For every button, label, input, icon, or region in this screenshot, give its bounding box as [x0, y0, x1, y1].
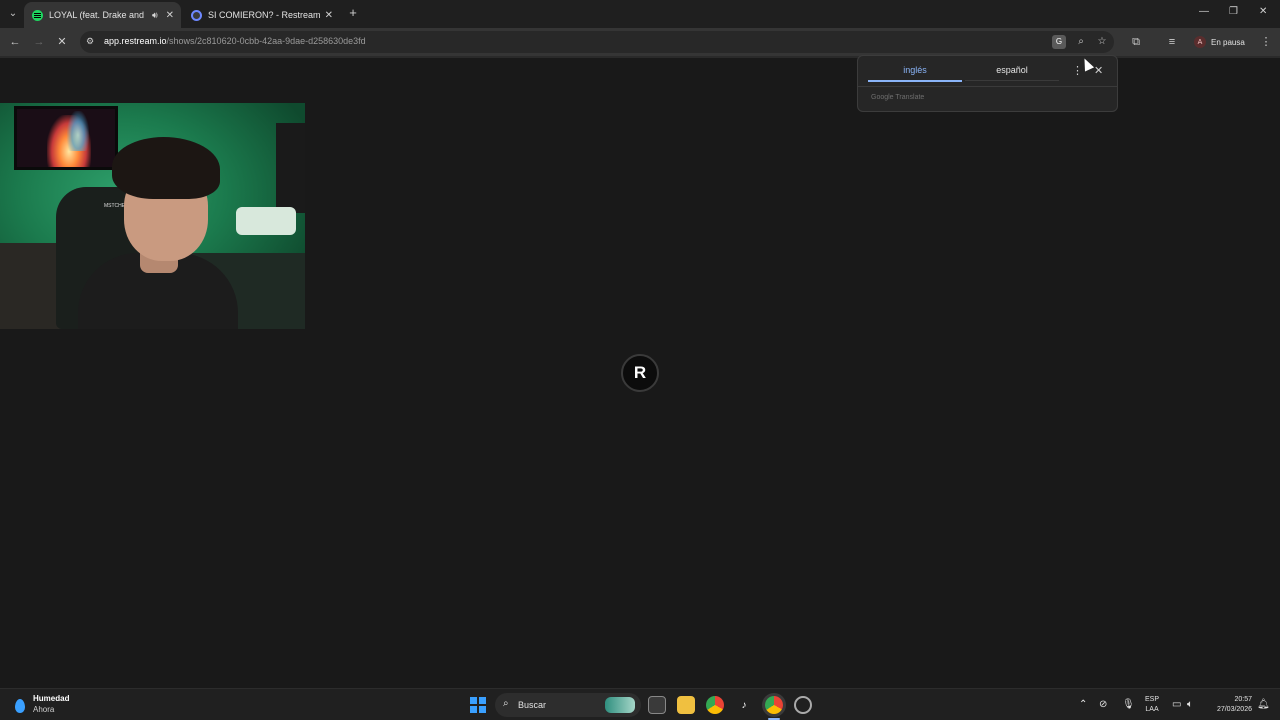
address-bar[interactable]: ⚙ app.restream.io/shows/2c810620-0cbb-42… [80, 31, 1114, 53]
restream-loading-logo: R [621, 354, 659, 392]
taskbar: Humedad Ahora ⌕ Buscar ♪ ⌃ ⊘ 🎙︎ ESP LAA … [0, 688, 1280, 720]
browser-toolbar: ← → ✕ ⚙ app.restream.io/shows/2c810620-0… [0, 28, 1280, 56]
restore-icon[interactable]: ❐ [1229, 6, 1238, 17]
tab-title: LOYAL (feat. Drake and Bad Bunny) [49, 10, 145, 20]
page-content: MSTCHEL R [0, 58, 1280, 688]
webcam-preview[interactable]: MSTCHEL [0, 103, 305, 329]
app-icon[interactable] [794, 696, 812, 714]
profile-status: En pausa [1211, 37, 1245, 47]
bookmark-star-icon[interactable]: ☆ [1095, 35, 1109, 49]
weather-drop-icon[interactable] [12, 695, 28, 715]
input-language[interactable]: ESP LAA [1145, 695, 1159, 715]
volume-icon[interactable]: 🔈︎ [1187, 699, 1193, 710]
camera-off-icon[interactable]: ⊘ [1099, 699, 1107, 710]
task-view-icon[interactable] [648, 696, 666, 714]
url-path: /shows/2c810620-0cbb-42aa-9dae-d258630de… [166, 36, 366, 46]
mic-arm [276, 123, 305, 213]
tab-strip: ⌄ LOYAL (feat. Drake and Bad Bunny) 🔊︎ ✕… [0, 0, 1280, 28]
translate-attribution: Google Translate [871, 94, 925, 101]
start-button[interactable] [470, 697, 486, 713]
keyboard-layout: LAA [1145, 706, 1159, 713]
windows-logo-pane [470, 697, 477, 704]
tab-title: SI COMIERON? - Restream [208, 10, 321, 20]
source-language-tab[interactable]: inglés [868, 65, 962, 82]
windows-logo-pane [479, 697, 486, 704]
fire-graphic-blue [67, 111, 89, 151]
close-window-icon[interactable]: ✕ [1259, 6, 1267, 17]
zoom-icon[interactable]: ⌕ [1074, 35, 1088, 49]
search-highlight-image [605, 697, 635, 713]
notification-icon[interactable]: 🔔︎ [1257, 699, 1270, 710]
spotify-icon [32, 9, 43, 21]
close-tab-icon[interactable]: ✕ [166, 10, 174, 21]
extensions-icon[interactable]: ⧉ [1129, 35, 1143, 49]
date: 27/03/2026 [1216, 706, 1252, 713]
translate-icon[interactable]: G [1052, 35, 1066, 49]
person-hair [112, 137, 220, 199]
chrome-icon[interactable] [706, 696, 724, 714]
close-icon[interactable]: ✕ [1094, 64, 1103, 77]
site-info-icon[interactable]: ⚙ [86, 36, 94, 47]
tab-search-chevron-icon[interactable]: ⌄ [6, 6, 20, 20]
tab-restream[interactable]: SI COMIERON? - Restream ✕ [183, 2, 340, 28]
forward-icon[interactable]: → [32, 35, 46, 49]
close-tab-icon[interactable]: ✕ [325, 10, 333, 21]
windows-logo-pane [470, 706, 477, 713]
translate-popup: inglés español ⋮ ✕ Google Translate [857, 55, 1118, 112]
speaker-icon[interactable]: 🔊︎ [152, 10, 158, 21]
chevron-up-icon[interactable]: ⌃ [1079, 699, 1087, 710]
microphone-icon[interactable]: 🎙︎ [1122, 699, 1135, 710]
url-text[interactable]: app.restream.io/shows/2c810620-0cbb-42aa… [104, 36, 366, 46]
profile-button[interactable]: A En pausa [1190, 32, 1251, 52]
taskbar-search[interactable]: ⌕ Buscar [495, 693, 641, 717]
tab-spotify[interactable]: LOYAL (feat. Drake and Bad Bunny) 🔊︎ ✕ [24, 2, 181, 28]
avatar: A [1194, 36, 1206, 48]
stop-loading-icon[interactable]: ✕ [55, 35, 69, 49]
minimize-icon[interactable]: — [1199, 6, 1209, 17]
time: 20:57 [1234, 696, 1252, 703]
weather-title[interactable]: Humedad [33, 694, 69, 703]
language-code: ESP [1145, 696, 1160, 703]
new-tab-button[interactable]: + [346, 6, 360, 20]
weather-subtitle[interactable]: Ahora [33, 705, 54, 714]
chrome-active-icon[interactable] [765, 696, 783, 714]
translate-options-icon[interactable]: ⋮ [1072, 64, 1083, 77]
search-placeholder: Buscar [518, 700, 547, 710]
desk-light [236, 207, 296, 235]
network-icon[interactable]: ▭ [1172, 699, 1181, 710]
search-icon: ⌕ [503, 698, 509, 709]
file-explorer-icon[interactable] [677, 696, 695, 714]
webcam-tv [14, 106, 118, 170]
media-controls-icon[interactable]: ≡ [1165, 35, 1179, 49]
more-menu-icon[interactable]: ⋮ [1259, 35, 1273, 49]
windows-logo-pane [479, 706, 486, 713]
target-language-tab[interactable]: español [965, 65, 1059, 81]
url-host: app.restream.io [104, 36, 167, 46]
clock[interactable]: 20:57 27/03/2026 [1206, 695, 1252, 715]
divider [858, 86, 1117, 87]
restream-icon [191, 9, 202, 21]
back-icon[interactable]: ← [8, 35, 22, 49]
desk-shelf [0, 243, 64, 329]
tiktok-icon[interactable]: ♪ [735, 696, 753, 714]
